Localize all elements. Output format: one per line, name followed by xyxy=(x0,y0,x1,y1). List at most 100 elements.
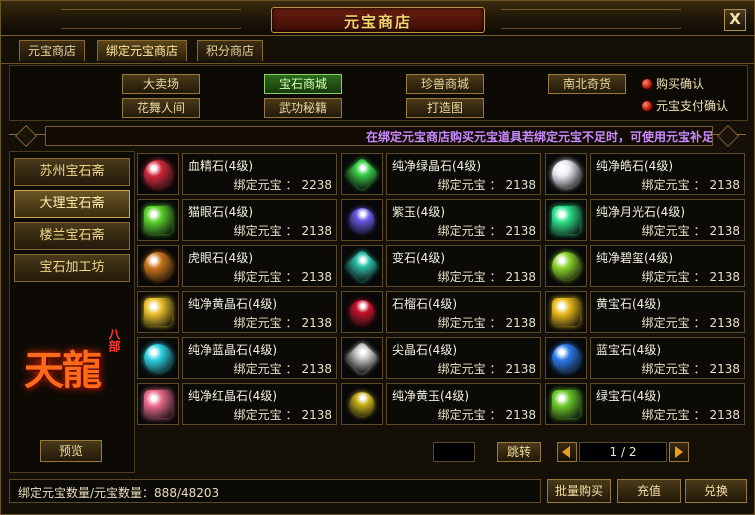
item-info[interactable]: 纯净红晶石(4级) 绑定元宝 ： 2138 xyxy=(182,383,337,425)
shop-item[interactable]: 虎眼石(4级) 绑定元宝 ： 2138 xyxy=(137,245,337,287)
item-icon-slot[interactable] xyxy=(137,153,179,195)
category-auction[interactable]: 大卖场 xyxy=(122,74,200,94)
buy-confirm-radio[interactable] xyxy=(641,78,653,90)
item-icon-slot[interactable] xyxy=(341,199,383,241)
jump-button[interactable]: 跳转 xyxy=(497,442,541,462)
sidebar-item-gem-workshop[interactable]: 宝石加工坊 xyxy=(14,254,130,282)
item-info[interactable]: 绿宝石(4级) 绑定元宝 ： 2138 xyxy=(590,383,745,425)
item-info[interactable]: 纯净绿晶石(4级) 绑定元宝 ： 2138 xyxy=(386,153,541,195)
exchange-button[interactable]: 兑换 xyxy=(685,479,747,503)
item-info[interactable]: 纯净月光石(4级) 绑定元宝 ： 2138 xyxy=(590,199,745,241)
item-icon-slot[interactable] xyxy=(137,383,179,425)
shop-item[interactable]: 纯净黄玉(4级) 绑定元宝 ： 2138 xyxy=(341,383,541,425)
shop-item[interactable]: 蓝宝石(4级) 绑定元宝 ： 2138 xyxy=(545,337,745,379)
sidebar-item-dali-gem-shop[interactable]: 大理宝石斋 xyxy=(14,190,130,218)
item-name: 纯净皓石(4级) xyxy=(596,159,673,173)
shop-item[interactable]: 纯净蓝晶石(4级) 绑定元宝 ： 2138 xyxy=(137,337,337,379)
item-icon-slot[interactable] xyxy=(341,291,383,333)
sidebar-item-suzhou-gem-shop[interactable]: 苏州宝石斋 xyxy=(14,158,130,186)
item-price: 绑定元宝 ： 2138 xyxy=(234,360,332,377)
item-info[interactable]: 变石(4级) 绑定元宝 ： 2138 xyxy=(386,245,541,287)
close-button[interactable]: X xyxy=(724,9,746,31)
item-price-value: 2138 xyxy=(505,316,536,330)
prev-page-button[interactable] xyxy=(557,442,577,462)
item-info[interactable]: 血精石(4级) 绑定元宝 ： 2238 xyxy=(182,153,337,195)
shop-item[interactable]: 变石(4级) 绑定元宝 ： 2138 xyxy=(341,245,541,287)
item-name: 变石(4级) xyxy=(392,251,445,265)
tab-yuanbao-shop[interactable]: 元宝商店 xyxy=(19,40,86,61)
item-price: 绑定元宝 ： 2138 xyxy=(234,268,332,285)
item-info[interactable]: 黄宝石(4级) 绑定元宝 ： 2138 xyxy=(590,291,745,333)
category-rare-goods[interactable]: 南北奇货 xyxy=(548,74,626,94)
item-info[interactable]: 纯净碧玺(4级) 绑定元宝 ： 2138 xyxy=(590,245,745,287)
item-name: 虎眼石(4级) xyxy=(188,251,253,265)
shop-item[interactable]: 石榴石(4级) 绑定元宝 ： 2138 xyxy=(341,291,541,333)
sidebar-item-loulan-gem-shop[interactable]: 楼兰宝石斋 xyxy=(14,222,130,250)
item-info[interactable]: 纯净皓石(4级) 绑定元宝 ： 2138 xyxy=(590,153,745,195)
item-info[interactable]: 石榴石(4级) 绑定元宝 ： 2138 xyxy=(386,291,541,333)
shop-item[interactable]: 绿宝石(4级) 绑定元宝 ： 2138 xyxy=(545,383,745,425)
shop-item[interactable]: 尖晶石(4级) 绑定元宝 ： 2138 xyxy=(341,337,541,379)
item-icon-slot[interactable] xyxy=(545,245,587,287)
item-icon-slot[interactable] xyxy=(341,383,383,425)
shop-item[interactable]: 黄宝石(4级) 绑定元宝 ： 2138 xyxy=(545,291,745,333)
page-number-input[interactable] xyxy=(433,442,475,462)
item-price: 绑定元宝 ： 2138 xyxy=(438,314,536,331)
item-icon-slot[interactable] xyxy=(545,199,587,241)
shop-item[interactable]: 猫眼石(4级) 绑定元宝 ： 2138 xyxy=(137,199,337,241)
shop-item[interactable]: 血精石(4级) 绑定元宝 ： 2238 xyxy=(137,153,337,195)
item-icon-slot[interactable] xyxy=(137,199,179,241)
category-blueprints[interactable]: 打造图 xyxy=(406,98,484,118)
title-bar[interactable]: 元宝商店 X xyxy=(1,1,754,36)
item-icon-slot[interactable] xyxy=(137,245,179,287)
item-price-currency: 绑定元宝 ： xyxy=(437,270,502,284)
item-icon-slot[interactable] xyxy=(137,337,179,379)
item-icon-slot[interactable] xyxy=(545,153,587,195)
footer-bar: 绑定元宝数量/元宝数量：888/48203 批量购买 充值 兑换 xyxy=(9,479,747,505)
item-icon-slot[interactable] xyxy=(545,383,587,425)
item-price: 绑定元宝 ： 2138 xyxy=(642,268,740,285)
item-info[interactable]: 蓝宝石(4级) 绑定元宝 ： 2138 xyxy=(590,337,745,379)
item-info[interactable]: 尖晶石(4级) 绑定元宝 ： 2138 xyxy=(386,337,541,379)
preview-button[interactable]: 预览 xyxy=(40,440,102,462)
item-icon-slot[interactable] xyxy=(341,337,383,379)
item-info[interactable]: 纯净黄玉(4级) 绑定元宝 ： 2138 xyxy=(386,383,541,425)
item-icon-slot[interactable] xyxy=(341,153,383,195)
shop-item[interactable]: 纯净月光石(4级) 绑定元宝 ： 2138 xyxy=(545,199,745,241)
category-gem-mall[interactable]: 宝石商城 xyxy=(264,74,342,94)
next-page-button[interactable] xyxy=(669,442,689,462)
bulk-buy-button[interactable]: 批量购买 xyxy=(547,479,611,503)
recharge-button[interactable]: 充值 xyxy=(617,479,681,503)
category-martial-arts[interactable]: 武功秘籍 xyxy=(264,98,342,118)
item-info[interactable]: 纯净黄晶石(4级) 绑定元宝 ： 2138 xyxy=(182,291,337,333)
item-info[interactable]: 纯净蓝晶石(4级) 绑定元宝 ： 2138 xyxy=(182,337,337,379)
item-icon-slot[interactable] xyxy=(137,291,179,333)
tab-bound-yuanbao-shop[interactable]: 绑定元宝商店 xyxy=(97,40,188,61)
item-icon-slot[interactable] xyxy=(545,291,587,333)
green-cat-eye-icon xyxy=(144,206,172,234)
tab-points-shop[interactable]: 积分商店 xyxy=(197,40,264,61)
item-info[interactable]: 虎眼石(4级) 绑定元宝 ： 2138 xyxy=(182,245,337,287)
item-price-value: 2138 xyxy=(709,408,740,422)
balance-text: 绑定元宝数量/元宝数量：888/48203 xyxy=(18,486,220,500)
item-price-currency: 绑定元宝 ： xyxy=(233,362,298,376)
shop-item[interactable]: 纯净皓石(4级) 绑定元宝 ： 2138 xyxy=(545,153,745,195)
yuanbao-pay-confirm-radio[interactable] xyxy=(641,100,653,112)
item-icon-slot[interactable] xyxy=(341,245,383,287)
shop-item[interactable]: 纯净绿晶石(4级) 绑定元宝 ： 2138 xyxy=(341,153,541,195)
item-price-value: 2138 xyxy=(709,316,740,330)
purple-jade-icon xyxy=(345,203,379,237)
item-icon-slot[interactable] xyxy=(545,337,587,379)
item-name: 纯净黄玉(4级) xyxy=(392,389,469,403)
item-price-value: 2138 xyxy=(505,270,536,284)
shop-item[interactable]: 紫玉(4级) 绑定元宝 ： 2138 xyxy=(341,199,541,241)
shop-item[interactable]: 纯净碧玺(4级) 绑定元宝 ： 2138 xyxy=(545,245,745,287)
item-info[interactable]: 猫眼石(4级) 绑定元宝 ： 2138 xyxy=(182,199,337,241)
item-name: 石榴石(4级) xyxy=(392,297,457,311)
item-info[interactable]: 紫玉(4级) 绑定元宝 ： 2138 xyxy=(386,199,541,241)
shop-item[interactable]: 纯净红晶石(4级) 绑定元宝 ： 2138 xyxy=(137,383,337,425)
shop-item[interactable]: 纯净黄晶石(4级) 绑定元宝 ： 2138 xyxy=(137,291,337,333)
category-pet-mall[interactable]: 珍兽商城 xyxy=(406,74,484,94)
category-flowers[interactable]: 花舞人间 xyxy=(122,98,200,118)
yellow-crystal-icon xyxy=(144,298,172,326)
